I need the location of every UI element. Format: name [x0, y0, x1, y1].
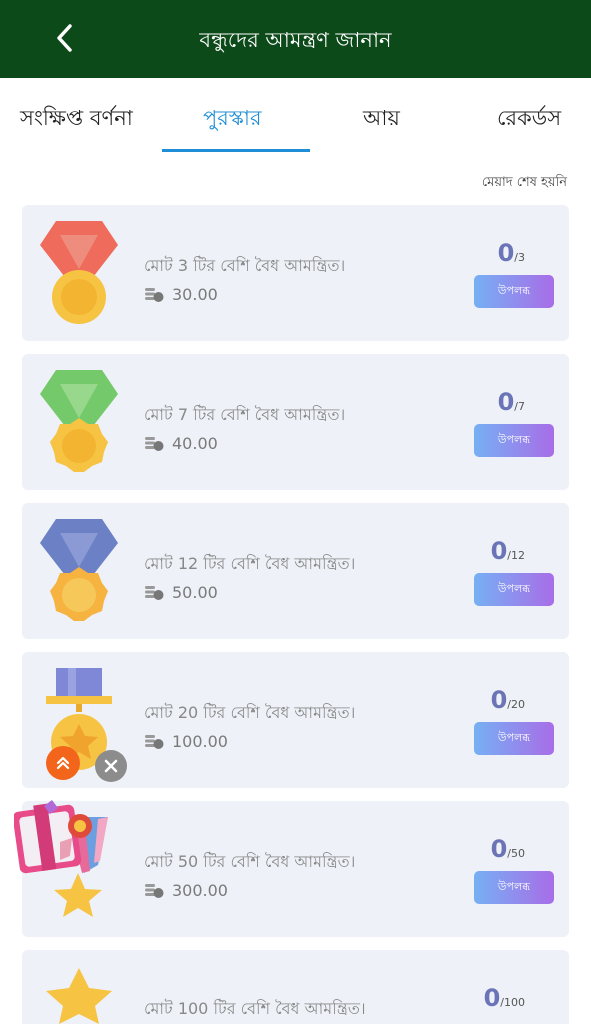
top-app-bar: বন্ধুদের আমন্ত্রণ জানান [0, 0, 591, 78]
progress-counter: 0/3 [498, 239, 525, 267]
task-description: মোট 7 টির বেশি বৈধ আমন্ত্রিত। [144, 405, 346, 424]
star-medal-icon [46, 968, 112, 1024]
task-card: মোট 3 টির বেশি বৈধ আমন্ত্রিত। 30.00 0/3 … [22, 205, 569, 341]
claim-button[interactable]: উপলব্ধ [474, 275, 554, 308]
reward-value: 300.00 [172, 881, 228, 900]
reward-amount: 30.00 [144, 285, 218, 304]
gift-box-icon[interactable] [14, 798, 110, 880]
progress-target: /3 [514, 251, 525, 264]
task-description: মোট 100 টির বেশি বৈধ আমন্ত্রিত। [144, 999, 366, 1018]
page-title: বন্ধুদের আমন্ত্রণ জানান [199, 28, 392, 52]
progress-counter: 0/20 [491, 686, 525, 714]
progress-target: /7 [514, 400, 525, 413]
progress-counter: 0/12 [491, 537, 525, 565]
reward-amount: 40.00 [144, 434, 218, 453]
green-medal-icon [40, 370, 118, 472]
claim-button[interactable]: উপলব্ধ [474, 722, 554, 755]
scroll-up-button[interactable] [46, 746, 80, 780]
progress-current: 0 [483, 984, 501, 1012]
tab-income[interactable]: আয় [363, 102, 400, 137]
progress-counter: 0/7 [498, 388, 525, 416]
coin-stack-icon [145, 287, 164, 302]
tab-summary[interactable]: সংক্ষিপ্ত বর্ণনা [20, 102, 133, 137]
progress-current: 0 [497, 239, 515, 267]
close-icon [104, 759, 118, 773]
coin-stack-icon [145, 585, 164, 600]
progress-target: /100 [500, 996, 525, 1009]
progress-current: 0 [490, 835, 508, 863]
coin-stack-icon [145, 883, 164, 898]
progress-counter: 0/50 [491, 835, 525, 863]
progress-current: 0 [497, 388, 515, 416]
task-card: মোট 7 টির বেশি বৈধ আমন্ত্রিত। 40.00 0/7 … [22, 354, 569, 490]
task-card: মোট 100 টির বেশি বৈধ আমন্ত্রিত। 0/100 [22, 950, 569, 1024]
coin-stack-icon [145, 436, 164, 451]
claim-button[interactable]: উপলব্ধ [474, 573, 554, 606]
reward-value: 100.00 [172, 732, 228, 751]
red-medal-icon [40, 221, 118, 324]
reward-value: 40.00 [172, 434, 218, 453]
reward-value: 30.00 [172, 285, 218, 304]
task-description: মোট 12 টির বেশি বৈধ আমন্ত্রিত। [144, 554, 356, 573]
double-chevron-up-icon [56, 756, 70, 770]
expiry-status: মেয়াদ শেষ হয়নি [481, 175, 567, 190]
progress-current: 0 [490, 537, 508, 565]
task-description: মোট 3 টির বেশি বৈধ আমন্ত্রিত। [144, 256, 346, 275]
active-tab-indicator [162, 149, 310, 152]
progress-target: /50 [507, 847, 525, 860]
task-card: মোট 12 টির বেশি বৈধ আমন্ত্রিত। 50.00 0/1… [22, 503, 569, 639]
claim-button[interactable]: উপলব্ধ [474, 424, 554, 457]
close-float-button[interactable] [95, 750, 127, 782]
task-description: মোট 20 টির বেশি বৈধ আমন্ত্রিত। [144, 703, 356, 722]
reward-amount: 300.00 [144, 881, 228, 900]
coin-stack-icon [145, 734, 164, 749]
task-description: মোট 50 টির বেশি বৈধ আমন্ত্রিত। [144, 852, 356, 871]
progress-target: /12 [507, 549, 525, 562]
reward-value: 50.00 [172, 583, 218, 602]
tab-bar: সংক্ষিপ্ত বর্ণনা পুরস্কার আয় রেকর্ডস [0, 78, 591, 156]
progress-target: /20 [507, 698, 525, 711]
tab-rewards[interactable]: পুরস্কার [203, 102, 262, 137]
blue-medal-icon [40, 519, 118, 621]
progress-counter: 0/100 [484, 984, 525, 1012]
tab-records[interactable]: রেকর্ডস [497, 102, 561, 137]
reward-amount: 50.00 [144, 583, 218, 602]
claim-button[interactable]: উপলব্ধ [474, 871, 554, 904]
reward-amount: 100.00 [144, 732, 228, 751]
progress-current: 0 [490, 686, 508, 714]
